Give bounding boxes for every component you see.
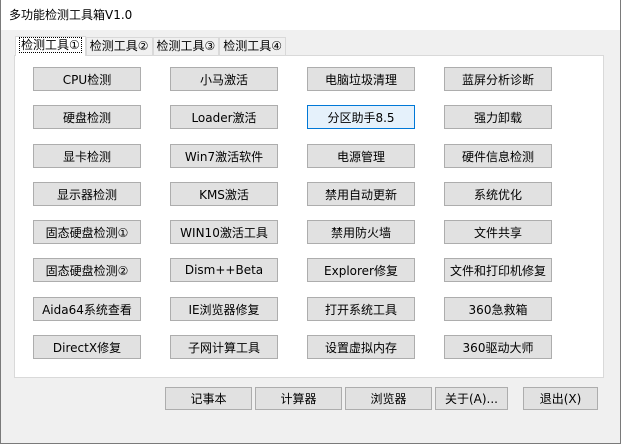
file-share-button[interactable]: 文件共享	[444, 220, 552, 244]
notepad-button[interactable]: 记事本	[165, 387, 252, 410]
hardware-info-button[interactable]: 硬件信息检测	[444, 144, 552, 168]
system-tools-button[interactable]: 打开系统工具	[307, 297, 415, 321]
monitor-check-button[interactable]: 显示器检测	[33, 182, 141, 206]
disk-check-button[interactable]: 硬盘检测	[33, 105, 141, 129]
directx-repair-button[interactable]: DirectX修复	[33, 335, 141, 359]
360-driver-button[interactable]: 360驱动大师	[444, 335, 552, 359]
tab-tool-1[interactable]: 检测工具①	[15, 36, 86, 56]
tab-tool-1-label: 检测工具①	[19, 37, 82, 53]
partition-assistant-button[interactable]: 分区助手8.5	[307, 105, 415, 129]
about-button[interactable]: 关于(A)...	[435, 387, 508, 410]
subnet-calc-button[interactable]: 子网计算工具	[170, 335, 278, 359]
virtual-memory-button[interactable]: 设置虚拟内存	[307, 335, 415, 359]
power-management-button[interactable]: 电源管理	[307, 144, 415, 168]
bsod-analysis-button[interactable]: 蓝屏分析诊断	[444, 67, 552, 91]
tab-tool-4[interactable]: 检测工具④	[219, 37, 287, 55]
disable-update-button[interactable]: 禁用自动更新	[307, 182, 415, 206]
tab-panel	[14, 55, 604, 378]
dism-beta-button[interactable]: Dism++Beta	[170, 258, 278, 282]
printer-repair-button[interactable]: 文件和打印机修复	[444, 258, 552, 282]
gpu-check-button[interactable]: 显卡检测	[33, 144, 141, 168]
app-window: 多功能检测工具箱V1.0 检测工具① 检测工具② 检测工具③ 检测工具④ CPU…	[0, 0, 621, 444]
loader-activate-button[interactable]: Loader激活	[170, 105, 278, 129]
explorer-repair-button[interactable]: Explorer修复	[307, 258, 415, 282]
window-title: 多功能检测工具箱V1.0	[9, 8, 133, 22]
ssd-check-1-button[interactable]: 固态硬盘检测①	[33, 220, 141, 244]
360-rescue-button[interactable]: 360急救箱	[444, 297, 552, 321]
ssd-check-2-button[interactable]: 固态硬盘检测②	[33, 258, 141, 282]
title-bar[interactable]: 多功能检测工具箱V1.0	[1, 0, 620, 30]
ie-repair-button[interactable]: IE浏览器修复	[170, 297, 278, 321]
win7-activate-button[interactable]: Win7激活软件	[170, 144, 278, 168]
tab-strip: 检测工具① 检测工具② 检测工具③ 检测工具④	[15, 36, 287, 56]
kms-activate-button[interactable]: KMS激活	[170, 182, 278, 206]
junk-clean-button[interactable]: 电脑垃圾清理	[307, 67, 415, 91]
exit-button[interactable]: 退出(X)	[523, 387, 598, 410]
calculator-button[interactable]: 计算器	[255, 387, 342, 410]
system-optimize-button[interactable]: 系统优化	[444, 182, 552, 206]
tab-tool-3[interactable]: 检测工具③	[152, 37, 220, 55]
browser-button[interactable]: 浏览器	[345, 387, 432, 410]
force-uninstall-button[interactable]: 强力卸载	[444, 105, 552, 129]
tab-tool-2[interactable]: 检测工具②	[85, 37, 153, 55]
cpu-check-button[interactable]: CPU检测	[33, 67, 141, 91]
win10-activate-button[interactable]: WIN10激活工具	[170, 220, 278, 244]
disable-firewall-button[interactable]: 禁用防火墙	[307, 220, 415, 244]
aida64-button[interactable]: Aida64系统查看	[33, 297, 141, 321]
xiaoma-activate-button[interactable]: 小马激活	[170, 67, 278, 91]
